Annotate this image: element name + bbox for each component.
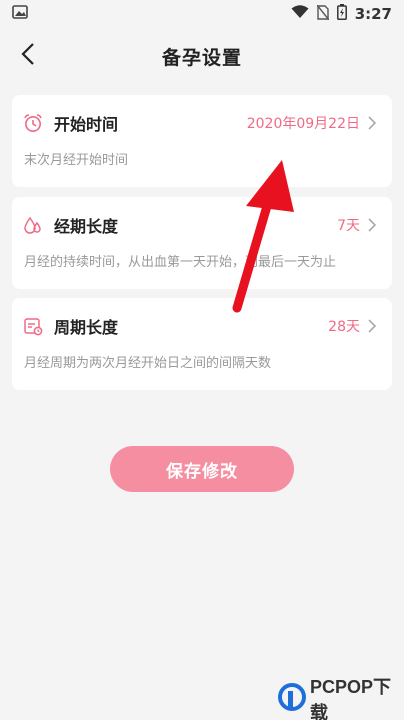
setting-description: 月经周期为两次月经开始日之间的间隔天数 bbox=[24, 356, 272, 371]
image-icon bbox=[12, 5, 28, 23]
watermark-text: PCPOP下载 bbox=[310, 677, 392, 720]
setting-card-cycle-length[interactable]: 周期长度 28天 月经周期为两次月经开始日之间的间隔天数 bbox=[12, 298, 392, 390]
no-sim-icon bbox=[316, 4, 330, 24]
chevron-right-icon bbox=[368, 319, 382, 333]
setting-label: 开始时间 bbox=[54, 115, 119, 134]
status-bar: 3:27 bbox=[0, 0, 404, 28]
alarm-clock-icon bbox=[22, 112, 44, 134]
save-button[interactable]: 保存修改 bbox=[110, 446, 294, 492]
setting-description: 末次月经开始时间 bbox=[24, 153, 129, 168]
chevron-right-icon bbox=[368, 218, 382, 232]
setting-card-period-length[interactable]: 经期长度 7天 月经的持续时间，从出血第一天开始，到最后一天为止 bbox=[12, 197, 392, 289]
page-title: 备孕设置 bbox=[161, 46, 242, 69]
calendar-icon bbox=[22, 315, 44, 337]
nav-bar: 备孕设置 bbox=[0, 28, 404, 84]
battery-icon bbox=[336, 4, 347, 24]
status-time: 3:27 bbox=[354, 5, 392, 23]
setting-label: 经期长度 bbox=[54, 217, 119, 236]
setting-value: 28天 bbox=[328, 319, 360, 335]
wifi-icon bbox=[291, 5, 309, 23]
back-icon bbox=[21, 43, 35, 69]
chevron-right-icon bbox=[368, 116, 382, 130]
setting-value: 2020年09月22日 bbox=[246, 116, 360, 132]
back-button[interactable] bbox=[12, 40, 44, 72]
droplet-icon bbox=[22, 214, 44, 236]
setting-card-start-time[interactable]: 开始时间 2020年09月22日 末次月经开始时间 bbox=[12, 95, 392, 187]
setting-label: 周期长度 bbox=[54, 318, 119, 337]
logo-icon bbox=[278, 683, 306, 715]
setting-description: 月经的持续时间，从出血第一天开始，到最后一天为止 bbox=[24, 255, 337, 270]
watermark-logo: PCPOP下载 bbox=[278, 677, 404, 720]
setting-value: 7天 bbox=[337, 218, 360, 234]
